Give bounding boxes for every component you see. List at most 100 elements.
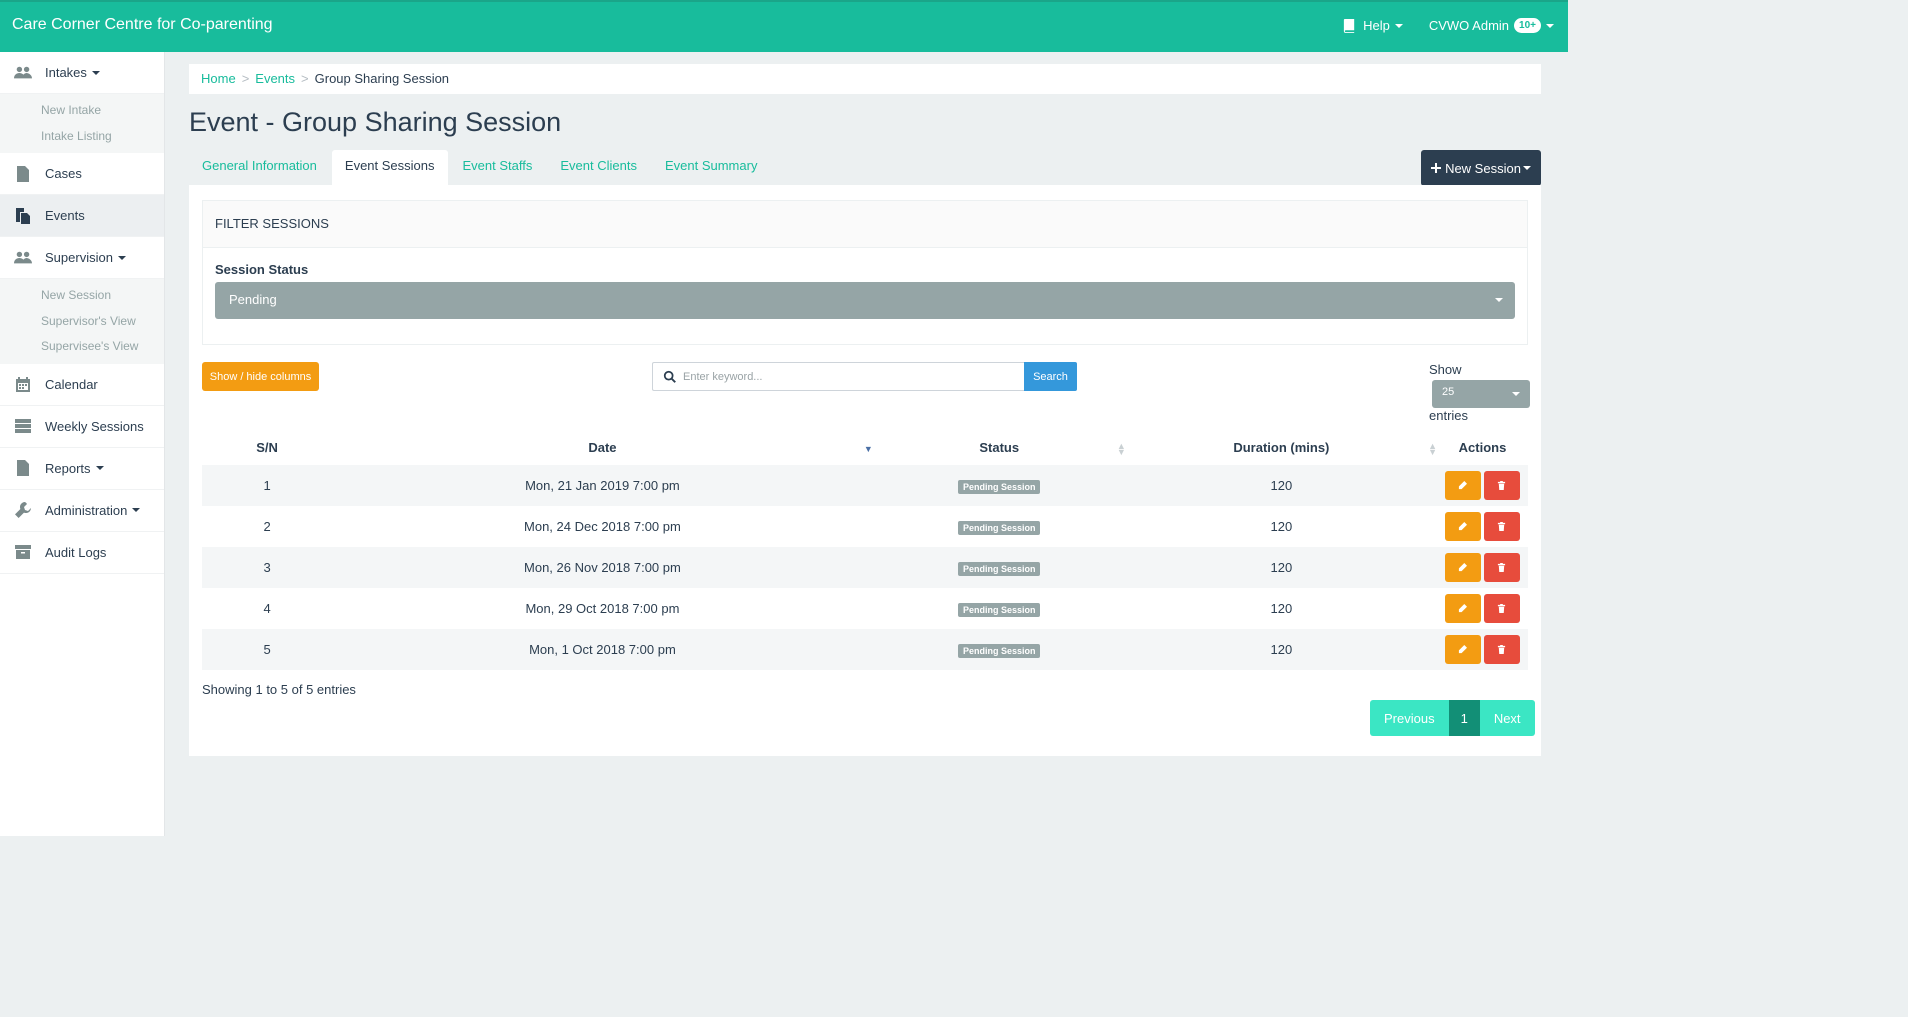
trash-icon [1498,563,1506,572]
previous-button[interactable]: Previous [1370,700,1449,736]
top-navbar: Care Corner Centre for Co-parenting Help… [0,0,1568,52]
sidebar-label: Administration [45,502,128,518]
edit-button[interactable] [1444,553,1481,582]
showing-info: Showing 1 to 5 of 5 entries [202,682,356,697]
breadcrumb-events[interactable]: Events [255,71,295,86]
edit-button[interactable] [1444,635,1481,664]
sidebar-item-reports[interactable]: Reports [0,448,164,490]
server-icon [15,419,31,433]
breadcrumb: Home > Events > Group Sharing Session [189,64,1541,94]
breadcrumb-home[interactable]: Home [201,71,236,86]
chevron-down-icon [1512,392,1520,396]
header-status[interactable]: Status ▲ ▼ [873,440,1126,457]
sidebar-item-supervisor-view[interactable]: Supervisor's View [0,309,164,335]
search-group: Enter keyword... Search [652,362,1077,391]
tab-event-staffs[interactable]: Event Staffs [450,150,546,185]
header-duration[interactable]: Duration (mins) ▲ ▼ [1126,440,1437,457]
table-row: 4 Mon, 29 Oct 2018 7:00 pm Pending Session… [202,588,1528,629]
status-badge: Pending Session [957,520,1041,535]
cell-date: Mon, 29 Oct 2018 7:00 pm [525,601,680,616]
header-sn[interactable]: S/N [202,440,332,455]
table-header: S/N Date ▼ Status ▲ ▼ Duration (mins) ▲ ▼ Act… [202,430,1528,465]
cell-duration: 120 [1270,642,1293,657]
show-hide-columns-button[interactable]: Show / hide columns [202,362,319,391]
delete-button[interactable] [1483,635,1520,664]
edit-button[interactable] [1444,594,1481,623]
status-badge: Pending Session [957,643,1041,658]
filter-box: FILTER SESSIONS Session Status Pending [202,200,1528,345]
sidebar-label: Events [45,208,85,223]
sidebar-item-events[interactable]: Events [0,195,164,237]
header-actions: Actions [1458,440,1507,455]
cell-actions [1437,635,1528,664]
user-menu[interactable]: CVWO Admin 10+ [1429,18,1554,33]
delete-button[interactable] [1483,594,1520,623]
search-input[interactable]: Enter keyword... [652,362,1024,391]
next-button[interactable]: Next [1479,700,1535,736]
sidebar-item-new-session[interactable]: New Session [0,283,164,309]
sidebar-item-cases[interactable]: Cases [0,153,164,195]
sidebar-item-audit-logs[interactable]: Audit Logs [0,532,164,574]
cell-date: Mon, 26 Nov 2018 7:00 pm [524,560,681,575]
cell-sn: 4 [263,601,271,616]
cell-date: Mon, 21 Jan 2019 7:00 pm [525,478,680,493]
app-title[interactable]: Care Corner Centre for Co-parenting [12,16,273,34]
new-session-button[interactable]: New Session [1421,150,1541,186]
sidebar-label: Intakes [45,65,87,80]
search-icon [663,370,676,383]
cell-status: Pending Session [873,519,1126,535]
sort-icon: ▲ ▼ [1116,441,1126,457]
pencil-icon [1459,645,1468,654]
header-date-label: Date [588,440,617,455]
cell-sn: 2 [263,519,271,534]
user-name: CVWO Admin [1428,18,1510,33]
archive-icon [15,545,31,559]
header-duration-label: Duration (mins) [1233,440,1330,455]
tab-event-sessions[interactable]: Event Sessions [331,150,448,185]
help-menu[interactable]: Help [1342,18,1403,33]
pagination: Previous 1 Next [1370,700,1535,736]
tab-general-information[interactable]: General Information [189,150,330,185]
file-icon [17,460,29,476]
breadcrumb-current: Group Sharing Session [314,71,450,86]
sidebar-item-administration[interactable]: Administration [0,490,164,532]
tab-event-summary[interactable]: Event Summary [652,150,770,185]
calendar-icon [16,377,30,392]
session-status-select[interactable]: Pending [215,282,1515,319]
new-session-label: New Session [1445,160,1521,176]
sidebar-item-supervision[interactable]: Supervision [0,237,164,279]
users-icon [14,251,32,263]
sidebar-item-intakes[interactable]: Intakes [0,52,164,94]
sidebar-item-weekly-sessions[interactable]: Weekly Sessions [0,406,164,448]
table-row: 2 Mon, 24 Dec 2018 7:00 pm Pending Session… [202,506,1528,547]
delete-button[interactable] [1483,553,1520,582]
sidebar-item-new-intake[interactable]: New Intake [0,98,164,124]
delete-button[interactable] [1483,471,1520,500]
header-date[interactable]: Date ▼ [332,440,872,455]
pencil-icon [1459,481,1468,490]
pencil-icon [1459,563,1468,572]
show-label: Show [1429,362,1462,377]
sidebar-item-supervisee-view[interactable]: Supervisee's View [0,334,164,360]
cell-status: Pending Session [873,642,1126,658]
delete-button[interactable] [1483,512,1520,541]
entries-select[interactable]: 25 [1432,380,1530,408]
sidebar-label: Calendar [45,376,98,392]
book-icon [1343,18,1355,33]
header-status-label: Status [979,440,1020,455]
sidebar-item-calendar[interactable]: Calendar [0,364,164,406]
session-status-label: Session Status [215,262,309,277]
edit-button[interactable] [1444,471,1481,500]
search-button[interactable]: Search [1024,362,1077,391]
plus-icon [1431,163,1442,173]
notification-badge: 10+ [1514,18,1541,33]
cell-date: Mon, 24 Dec 2018 7:00 pm [524,519,681,534]
sidebar-label: Cases [45,166,82,181]
sessions-panel: FILTER SESSIONS Session Status Pending S… [189,185,1541,756]
file-icon [17,165,29,182]
tab-event-clients[interactable]: Event Clients [547,150,650,185]
edit-button[interactable] [1444,512,1481,541]
page-1-button[interactable]: 1 [1448,700,1480,736]
cell-actions [1437,512,1528,541]
sidebar-item-intake-listing[interactable]: Intake Listing [0,124,164,150]
